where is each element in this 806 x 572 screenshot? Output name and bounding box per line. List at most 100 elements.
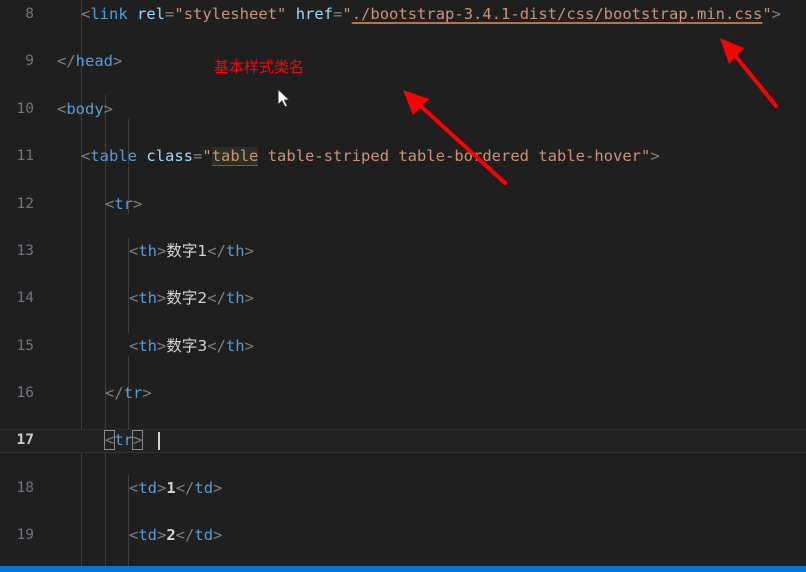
line-number: 19 xyxy=(16,527,34,544)
token-attr-rel: rel xyxy=(127,5,165,23)
line-number: 16 xyxy=(16,385,34,402)
line-number: 14 xyxy=(16,290,34,307)
token-punct: > xyxy=(650,147,660,166)
token-punct: > xyxy=(771,5,782,23)
token-href-link[interactable]: ./bootstrap-3.4.1-dist/css/bootstrap.min… xyxy=(352,5,763,23)
code-line-text: <link rel="stylesheet" href="./bootstrap… xyxy=(81,3,781,27)
code-line[interactable]: 16 </tr> xyxy=(0,382,806,406)
token-punct: </ xyxy=(207,241,226,260)
line-number: 18 xyxy=(16,479,34,496)
line-number: 13 xyxy=(16,242,34,259)
token-punct: > xyxy=(157,241,167,260)
token-cell-text: 1 xyxy=(166,478,176,497)
token-quote: " xyxy=(640,147,651,166)
token-tag-tr: tr xyxy=(114,431,134,450)
code-line-active[interactable]: 17 <tr> xyxy=(0,429,806,454)
token-punct: </ xyxy=(175,526,195,545)
token-cell-text: 数字3 xyxy=(166,336,208,355)
token-tag-th: th xyxy=(138,336,158,355)
token-eq: = xyxy=(165,5,175,23)
token-punct: > xyxy=(157,289,167,308)
token-quote: " xyxy=(202,147,212,166)
token-tag-td: td xyxy=(138,478,158,497)
token-tag-th: th xyxy=(138,241,158,260)
token-tag-th: th xyxy=(225,289,245,308)
token-tag-head: head xyxy=(75,52,113,71)
code-line-text: <table class="table table-striped table-… xyxy=(81,145,660,169)
token-punct: > xyxy=(157,478,167,497)
code-line[interactable]: 15 <th>数字3</th> xyxy=(0,335,806,359)
token-punct: > xyxy=(103,99,114,118)
code-line-text: <td>1</td> xyxy=(129,477,222,501)
token-punct: < xyxy=(129,289,139,308)
token-punct: < xyxy=(105,194,115,213)
token-punct: > xyxy=(213,526,223,545)
code-line-text: </tr> xyxy=(105,382,152,406)
token-tag-tr: tr xyxy=(114,194,134,213)
code-line[interactable]: 12 <tr> xyxy=(0,193,806,217)
line-number: 10 xyxy=(16,100,34,117)
token-punct: < xyxy=(129,336,139,355)
token-punct: < xyxy=(129,241,139,260)
token-punct: > xyxy=(244,241,254,260)
token-eq: = xyxy=(193,147,203,166)
vscode-editor-window: 8 <link rel="stylesheet" href="./bootstr… xyxy=(0,0,806,572)
bracket-match-close: > xyxy=(131,430,144,451)
token-tag-body: body xyxy=(66,99,104,118)
code-line-text: <td>2</td> xyxy=(129,524,222,548)
token-tag-tr: tr xyxy=(123,384,143,403)
line-number-active: 17 xyxy=(16,432,34,449)
token-attr-class: class xyxy=(137,147,194,166)
token-punct: </ xyxy=(207,336,226,355)
token-tag-th: th xyxy=(225,336,245,355)
line-number: 8 xyxy=(25,6,34,22)
token-punct: < xyxy=(81,5,91,23)
code-line[interactable]: 9 </head> xyxy=(0,50,806,74)
token-value-stylesheet: stylesheet xyxy=(183,5,278,23)
code-line-text: <th>数字2</th> xyxy=(129,287,254,311)
token-tag-td: td xyxy=(194,526,214,545)
token-punct: < xyxy=(81,147,91,166)
code-line[interactable]: 13 <th>数字1</th> xyxy=(0,240,806,264)
token-punct: < xyxy=(57,99,67,118)
token-tag-td: td xyxy=(194,478,214,497)
token-class-table-highlighted[interactable]: table xyxy=(211,147,259,167)
code-line-text: <body> xyxy=(57,98,113,122)
token-quote: " xyxy=(342,5,352,23)
token-tag-link: link xyxy=(90,5,128,23)
token-punct: > xyxy=(113,52,123,71)
code-line[interactable]: 19 <td>2</td> xyxy=(0,524,806,548)
token-punct: > xyxy=(244,289,254,308)
token-cell-text: 数字1 xyxy=(166,241,208,260)
code-line[interactable]: 10 <body> xyxy=(0,98,806,122)
token-punct: > xyxy=(157,526,167,545)
token-punct: > xyxy=(142,384,152,403)
token-tag-table: table xyxy=(90,147,138,166)
line-number: 11 xyxy=(16,148,34,165)
token-punct: </ xyxy=(57,52,76,71)
code-line[interactable]: 11 <table class="table table-striped tab… xyxy=(0,145,806,169)
token-tag-th: th xyxy=(138,289,158,308)
token-cell-text: 数字2 xyxy=(166,289,208,308)
code-editor-area[interactable]: 8 <link rel="stylesheet" href="./bootstr… xyxy=(0,0,806,570)
code-line-text: <tr> xyxy=(105,193,142,217)
token-quote: " xyxy=(762,5,772,23)
code-line[interactable]: 14 <th>数字2</th> xyxy=(0,287,806,311)
bracket-match-open: < xyxy=(103,430,116,451)
code-line-text: </head> xyxy=(57,50,122,74)
token-attr-href: href xyxy=(286,5,334,23)
token-punct: < xyxy=(129,478,139,497)
token-punct: > xyxy=(244,336,254,355)
token-punct: > xyxy=(157,336,167,355)
text-caret xyxy=(158,432,160,451)
token-quote: " xyxy=(174,5,184,23)
token-punct: </ xyxy=(105,384,124,403)
status-bar[interactable] xyxy=(0,566,806,572)
token-tag-td: td xyxy=(138,526,158,545)
token-class-rest: table-striped table-bordered table-hover xyxy=(258,147,641,166)
code-line[interactable]: 8 <link rel="stylesheet" href="./bootstr… xyxy=(0,3,806,27)
token-eq: = xyxy=(333,5,343,23)
token-punct: </ xyxy=(175,478,195,497)
token-punct: </ xyxy=(207,289,226,308)
code-line[interactable]: 18 <td>1</td> xyxy=(0,477,806,501)
